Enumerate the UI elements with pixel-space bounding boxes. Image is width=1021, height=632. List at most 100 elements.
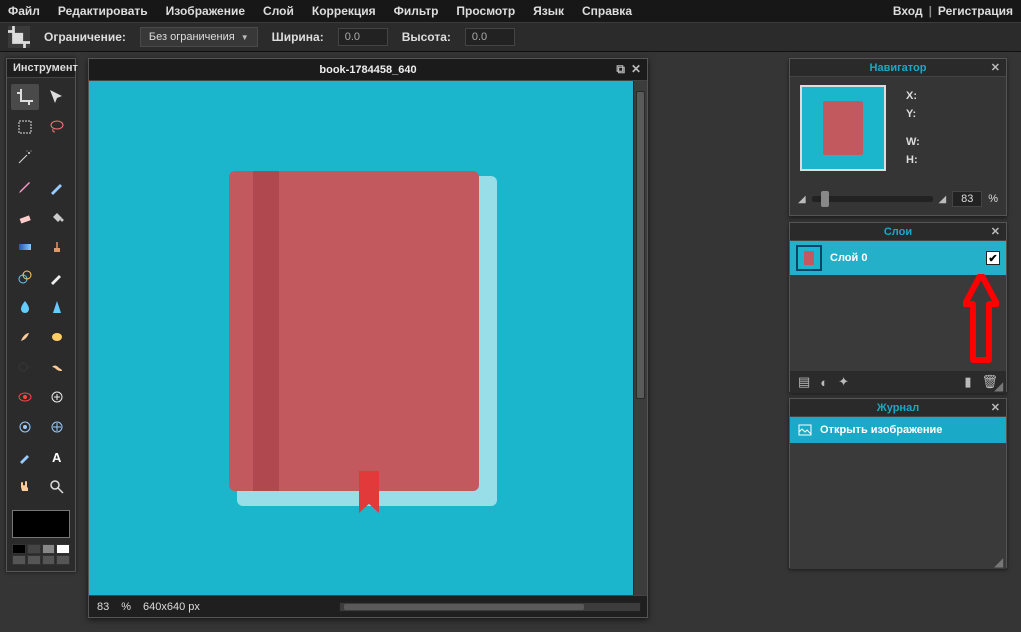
- history-item[interactable]: Открыть изображение: [790, 417, 1006, 443]
- close-icon[interactable]: ✕: [991, 399, 1000, 417]
- crop-icon: [8, 26, 30, 48]
- zoom-slider[interactable]: [812, 196, 933, 202]
- maximize-icon[interactable]: ⧉: [616, 62, 625, 77]
- scrollbar-horizontal[interactable]: [339, 602, 641, 612]
- tool-sharpen[interactable]: [43, 294, 71, 320]
- menu-file[interactable]: Файл: [8, 4, 40, 18]
- tool-smudge[interactable]: [11, 324, 39, 350]
- tool-marquee[interactable]: [11, 114, 39, 140]
- tool-wand[interactable]: [11, 144, 39, 170]
- book-spine: [253, 171, 279, 491]
- history-title: Журнал: [877, 402, 919, 414]
- close-icon[interactable]: ✕: [991, 223, 1000, 241]
- scrollbar-vertical[interactable]: [633, 81, 647, 595]
- foreground-color[interactable]: [12, 510, 70, 538]
- menu-image[interactable]: Изображение: [166, 4, 245, 18]
- tool-crop[interactable]: [11, 84, 39, 110]
- tool-pencil[interactable]: [11, 174, 39, 200]
- layer-fx-icon[interactable]: ✦: [838, 374, 849, 390]
- constraint-label: Ограничение:: [44, 30, 126, 44]
- register-link[interactable]: Регистрация: [938, 4, 1013, 18]
- menu-adjustment[interactable]: Коррекция: [312, 4, 376, 18]
- tool-dodge[interactable]: [11, 354, 39, 380]
- svg-text:A: A: [52, 450, 62, 465]
- login-link[interactable]: Вход: [893, 4, 923, 18]
- zoom-unit: %: [121, 601, 131, 613]
- tool-brush[interactable]: [43, 174, 71, 200]
- tool-lasso[interactable]: [43, 114, 71, 140]
- tool-redeye[interactable]: [11, 384, 39, 410]
- document-statusbar: 83 % 640x640 px: [89, 595, 647, 617]
- tool-replace-color[interactable]: [11, 264, 39, 290]
- tool-spot-heal[interactable]: [43, 384, 71, 410]
- document-title: book-1784458_640: [319, 64, 416, 76]
- tool-clone[interactable]: [43, 234, 71, 260]
- menu-help[interactable]: Справка: [582, 4, 632, 18]
- constraint-value: Без ограничения: [149, 31, 235, 43]
- canvas[interactable]: [89, 81, 633, 595]
- tool-pinch[interactable]: [43, 414, 71, 440]
- menu-layer[interactable]: Слой: [263, 4, 294, 18]
- canvas-area: [89, 81, 647, 595]
- layer-name: Слой 0: [830, 252, 867, 264]
- open-image-icon: [798, 423, 812, 437]
- layer-visibility-checkbox[interactable]: ✔: [986, 251, 1000, 265]
- layers-panel: Слои ✕ Слой 0 ✔ ▤ ◐ ✦ ▮ 🗑 ◢: [789, 222, 1007, 392]
- layer-row[interactable]: Слой 0 ✔: [790, 241, 1006, 275]
- tool-zoom[interactable]: [43, 474, 71, 500]
- close-icon[interactable]: ✕: [631, 62, 641, 77]
- layers-toolbar: ▤ ◐ ✦ ▮ 🗑: [790, 371, 1006, 393]
- menu-view[interactable]: Просмотр: [456, 4, 515, 18]
- tool-bucket[interactable]: [43, 204, 71, 230]
- auth-separator: |: [929, 4, 932, 18]
- zoom-in-icon[interactable]: ◢: [939, 194, 947, 205]
- navigator-zoom: ◢ ◢ 83 %: [798, 189, 998, 209]
- tool-burn[interactable]: [43, 354, 71, 380]
- layer-thumbnail: [796, 245, 822, 271]
- tool-gradient[interactable]: [11, 234, 39, 260]
- width-input[interactable]: 0.0: [338, 28, 388, 46]
- chevron-down-icon: ▼: [241, 33, 249, 42]
- book-ribbon: [359, 471, 379, 513]
- tool-move[interactable]: [43, 84, 71, 110]
- layer-mask-icon[interactable]: ◐: [820, 375, 828, 390]
- tool-panel: Инструмент A: [6, 58, 76, 572]
- navigator-panel: Навигатор ✕ X: Y: W: H: ◢ ◢ 83 %: [789, 58, 1007, 216]
- close-icon[interactable]: ✕: [991, 59, 1000, 77]
- tool-eyedropper[interactable]: [11, 444, 39, 470]
- zoom-input[interactable]: 83: [952, 191, 982, 207]
- height-input[interactable]: 0.0: [465, 28, 515, 46]
- zoom-out-icon[interactable]: ◢: [798, 194, 806, 205]
- navigator-title: Навигатор: [870, 62, 927, 74]
- tool-hand[interactable]: [11, 474, 39, 500]
- resize-grip[interactable]: ◢: [994, 381, 1004, 391]
- tool-eraser[interactable]: [11, 204, 39, 230]
- menu-filter[interactable]: Фильтр: [394, 4, 439, 18]
- tool-sponge[interactable]: [43, 324, 71, 350]
- resize-grip[interactable]: ◢: [994, 557, 1004, 567]
- lock-layer-icon[interactable]: ▮: [964, 374, 971, 390]
- history-item-label: Открыть изображение: [820, 424, 942, 436]
- menu-bar: Файл Редактировать Изображение Слой Корр…: [0, 0, 1021, 22]
- swatches[interactable]: [12, 544, 70, 565]
- layers-title: Слои: [884, 226, 912, 238]
- history-panel: Журнал ✕ Открыть изображение ◢: [789, 398, 1007, 568]
- document-window: book-1784458_640 ⧉ ✕ 83 % 640x640 px: [88, 58, 648, 618]
- book: [229, 171, 479, 491]
- width-label: Ширина:: [272, 30, 324, 44]
- tool-bloat[interactable]: [11, 414, 39, 440]
- doc-dimensions: 640x640 px: [143, 601, 200, 613]
- navigator-info: X: Y: W: H:: [906, 87, 920, 169]
- tool-draw[interactable]: [43, 264, 71, 290]
- constraint-dropdown[interactable]: Без ограничения ▼: [140, 27, 258, 47]
- tool-type[interactable]: A: [43, 444, 71, 470]
- navigator-thumbnail[interactable]: [800, 85, 886, 171]
- new-layer-icon[interactable]: ▤: [798, 374, 810, 390]
- tool-blur[interactable]: [11, 294, 39, 320]
- options-bar: Ограничение: Без ограничения ▼ Ширина: 0…: [0, 22, 1021, 52]
- workspace: Инструмент A: [0, 52, 1021, 632]
- document-titlebar[interactable]: book-1784458_640 ⧉ ✕: [89, 59, 647, 81]
- tool-smooth[interactable]: [43, 144, 71, 170]
- menu-language[interactable]: Язык: [533, 4, 564, 18]
- menu-edit[interactable]: Редактировать: [58, 4, 148, 18]
